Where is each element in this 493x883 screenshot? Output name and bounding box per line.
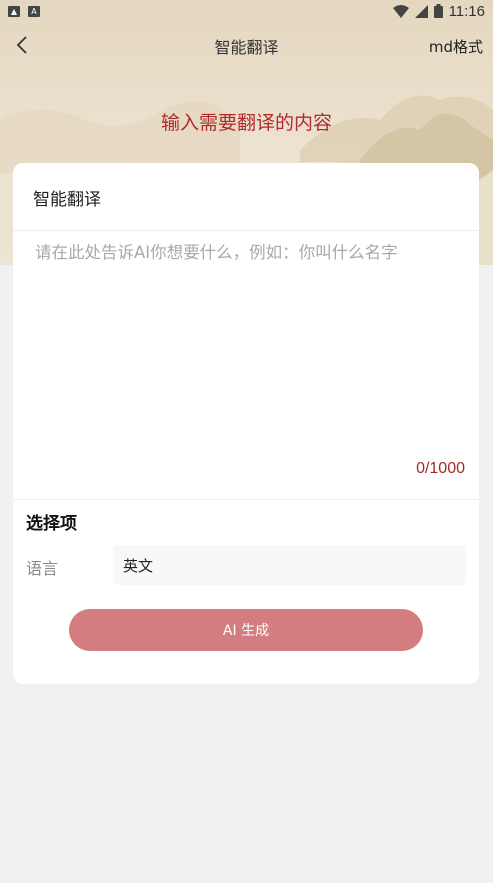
- language-value: 英文: [123, 556, 154, 575]
- a-icon: A: [28, 5, 40, 17]
- language-label: 语言: [26, 559, 59, 578]
- divider: [13, 230, 479, 231]
- status-time: 11:16: [448, 2, 485, 20]
- translate-card: 智能翻译 请在此处告诉AI你想要什么，例如：你叫什么名字 0/1000 选择项 …: [13, 163, 479, 684]
- image-icon: ▲: [8, 5, 20, 17]
- char-counter: 0/1000: [416, 460, 465, 477]
- status-right: 11:16: [392, 2, 485, 20]
- battery-icon: [433, 4, 443, 18]
- options-section-title: 选择项: [26, 514, 77, 534]
- wifi-icon: [392, 4, 409, 18]
- status-bar: ▲ A 11:16: [0, 0, 493, 22]
- nav-bar: 智能翻译 md格式: [0, 28, 493, 64]
- language-select[interactable]: 英文: [113, 545, 466, 585]
- chevron-left-icon: [16, 36, 27, 54]
- back-button[interactable]: [8, 30, 36, 60]
- md-format-button[interactable]: md格式: [429, 36, 483, 57]
- page-title: 智能翻译: [214, 38, 279, 57]
- ai-generate-button[interactable]: AI 生成: [69, 609, 423, 651]
- divider: [13, 499, 479, 500]
- card-title: 智能翻译: [33, 190, 101, 210]
- translate-input[interactable]: 请在此处告诉AI你想要什么，例如：你叫什么名字: [35, 239, 465, 263]
- banner-headline: 输入需要翻译的内容: [160, 112, 332, 134]
- signal-icon: [414, 4, 428, 18]
- status-left: ▲ A: [8, 5, 40, 17]
